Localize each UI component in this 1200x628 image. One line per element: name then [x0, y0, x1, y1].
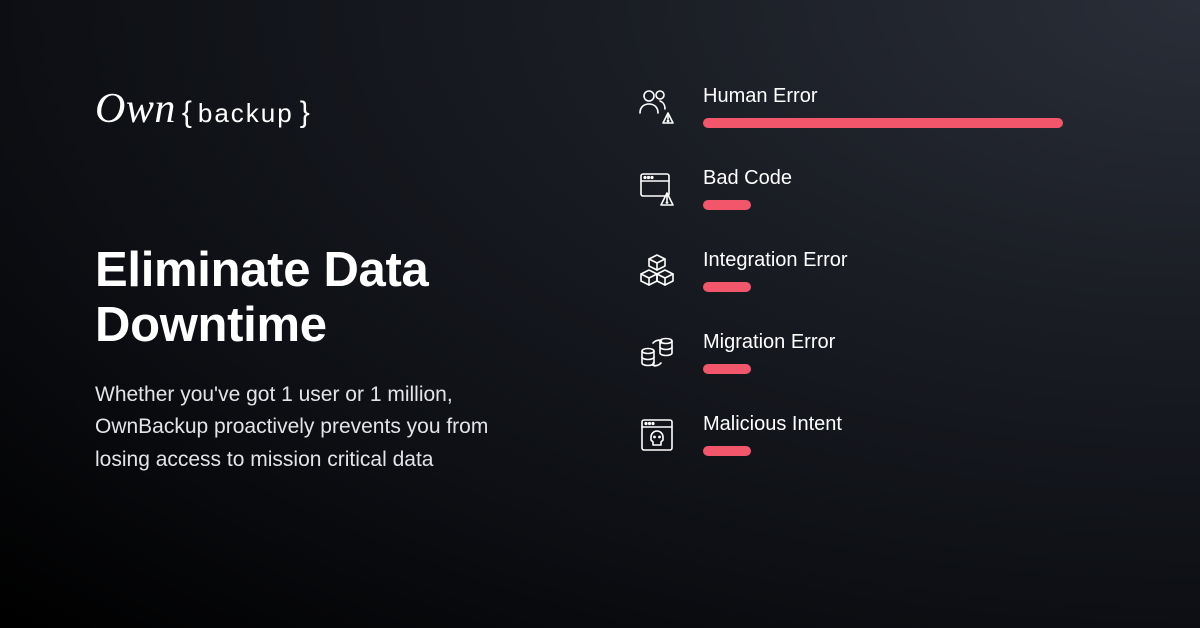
brand-backup: backup — [198, 98, 294, 129]
page-headline: Eliminate Data Downtime — [95, 243, 575, 353]
brand-own: Own — [95, 85, 176, 133]
chart-row-text: Bad Code — [703, 167, 1120, 210]
skull-window-icon — [635, 413, 679, 457]
chart-row-text: Human Error — [703, 85, 1120, 128]
page-subhead: Whether you've got 1 user or 1 million, … — [95, 379, 535, 477]
chart-bar — [703, 282, 751, 292]
left-column: Own { backup } Eliminate Data Downtime W… — [95, 85, 575, 568]
chart-label: Human Error — [703, 85, 1120, 108]
chart-panel: Human Error Bad Code — [575, 85, 1120, 568]
chart-label: Migration Error — [703, 331, 1120, 354]
chart-bar — [703, 446, 751, 456]
chart-row-text: Integration Error — [703, 249, 1120, 292]
window-warning-icon — [635, 167, 679, 211]
headline-line2: Downtime — [95, 298, 327, 352]
chart-row: Migration Error — [635, 331, 1120, 375]
chart-bar — [703, 200, 751, 210]
headline-line1: Eliminate Data — [95, 243, 428, 297]
chart-row-text: Migration Error — [703, 331, 1120, 374]
page-root: Own { backup } Eliminate Data Downtime W… — [0, 0, 1200, 628]
chart-row-text: Malicious Intent — [703, 413, 1120, 456]
chart-label: Bad Code — [703, 167, 1120, 190]
database-transfer-icon — [635, 331, 679, 375]
brand-logo: Own { backup } — [95, 85, 575, 133]
boxes-icon — [635, 249, 679, 293]
brand-brace-close: } — [300, 96, 310, 130]
people-warning-icon — [635, 85, 679, 129]
chart-row: Human Error — [635, 85, 1120, 129]
brand-brace-open: { — [182, 96, 192, 130]
chart-row: Integration Error — [635, 249, 1120, 293]
chart-bar — [703, 118, 1063, 128]
chart-label: Integration Error — [703, 249, 1120, 272]
chart-row: Bad Code — [635, 167, 1120, 211]
chart-row: Malicious Intent — [635, 413, 1120, 457]
chart-bar — [703, 364, 751, 374]
chart-label: Malicious Intent — [703, 413, 1120, 436]
